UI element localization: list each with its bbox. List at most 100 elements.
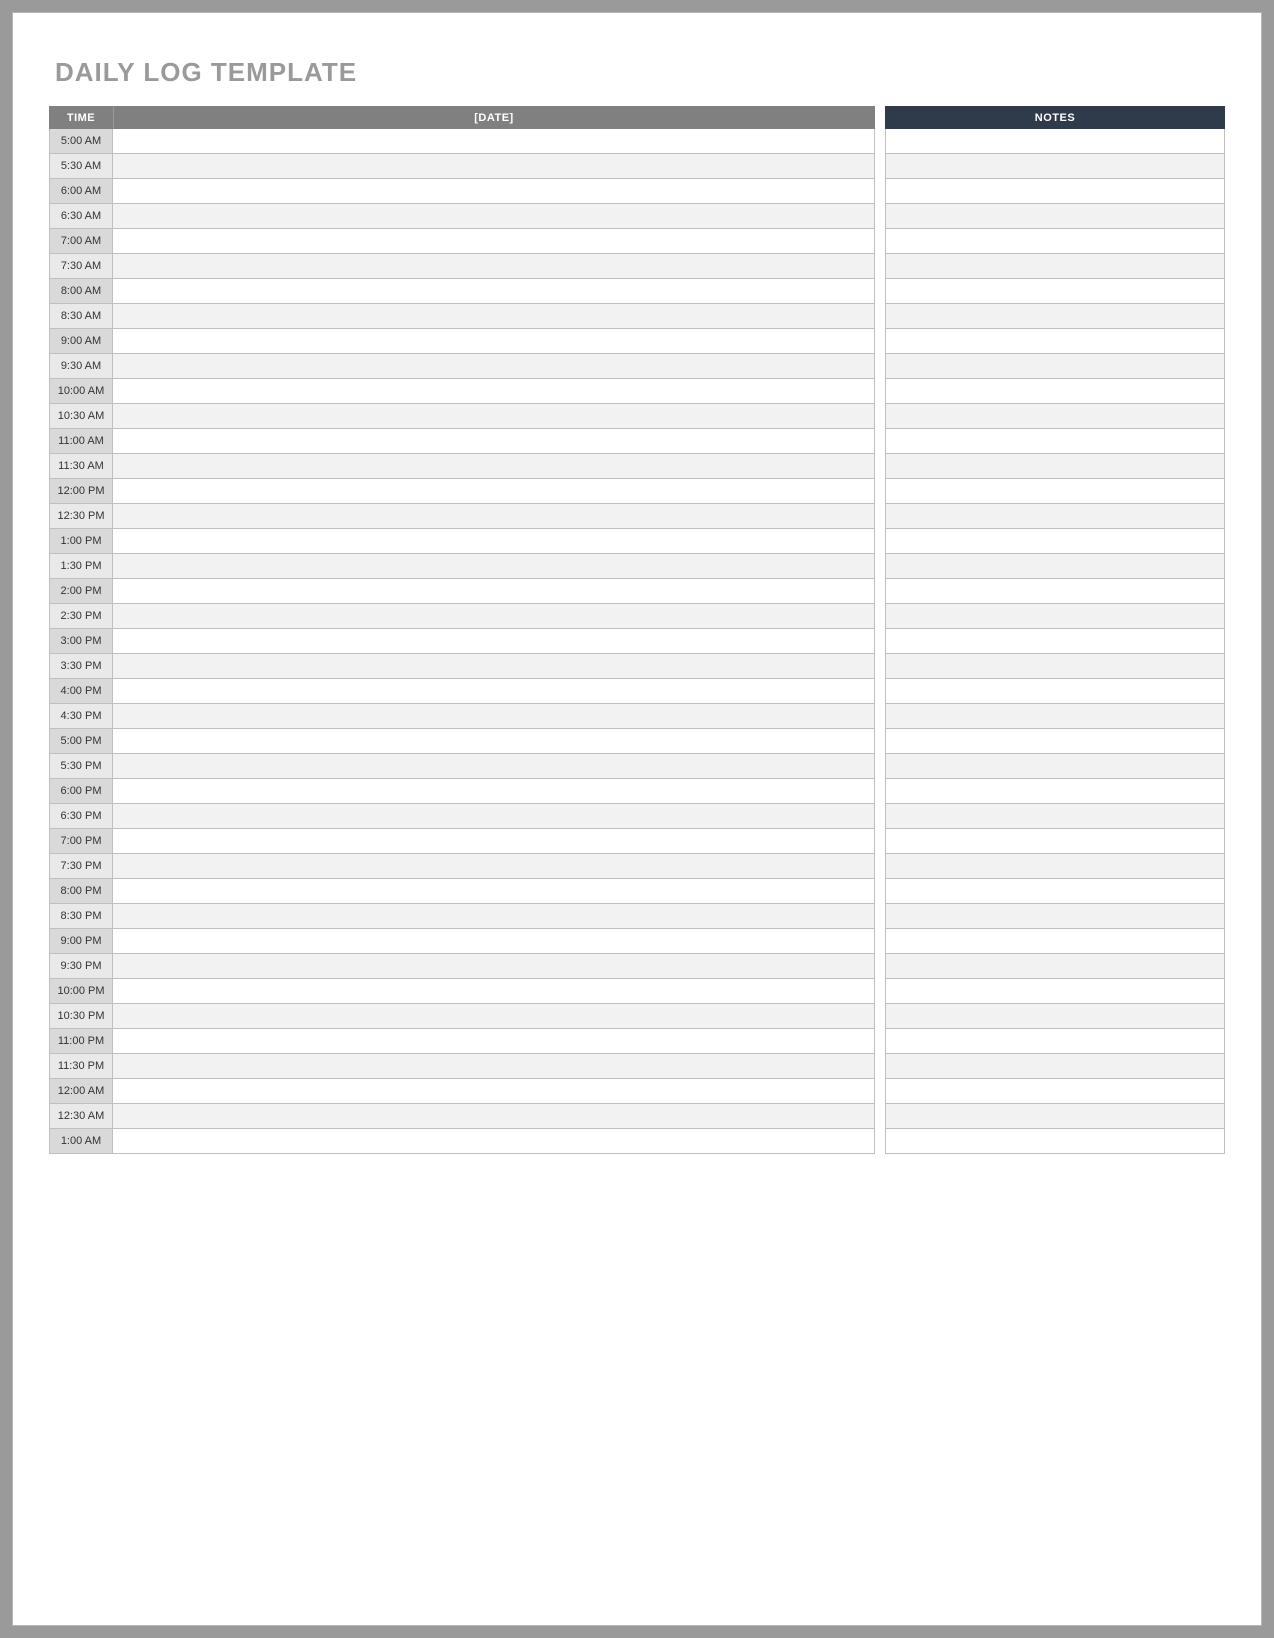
notes-cell[interactable]	[885, 454, 1225, 479]
notes-cell[interactable]	[885, 304, 1225, 329]
entry-cell[interactable]	[113, 879, 875, 904]
entry-cell[interactable]	[113, 329, 875, 354]
notes-cell[interactable]	[885, 779, 1225, 804]
entry-cell[interactable]	[113, 679, 875, 704]
table-row: 1:00 AM	[49, 1129, 1225, 1154]
time-cell: 5:00 AM	[49, 129, 113, 154]
entry-cell[interactable]	[113, 804, 875, 829]
entry-cell[interactable]	[113, 979, 875, 1004]
table-row: 11:30 PM	[49, 1054, 1225, 1079]
notes-cell[interactable]	[885, 129, 1225, 154]
time-cell: 8:30 PM	[49, 904, 113, 929]
entry-cell[interactable]	[113, 204, 875, 229]
entry-cell[interactable]	[113, 1104, 875, 1129]
notes-cell[interactable]	[885, 654, 1225, 679]
notes-cell[interactable]	[885, 604, 1225, 629]
entry-cell[interactable]	[113, 404, 875, 429]
entry-cell[interactable]	[113, 304, 875, 329]
notes-cell[interactable]	[885, 1004, 1225, 1029]
table-row: 1:00 PM	[49, 529, 1225, 554]
entry-cell[interactable]	[113, 654, 875, 679]
notes-cell[interactable]	[885, 229, 1225, 254]
notes-cell[interactable]	[885, 754, 1225, 779]
entry-cell[interactable]	[113, 529, 875, 554]
notes-cell[interactable]	[885, 204, 1225, 229]
notes-cell[interactable]	[885, 404, 1225, 429]
entry-cell[interactable]	[113, 904, 875, 929]
row-spacer	[875, 579, 885, 604]
page-title: DAILY LOG TEMPLATE	[55, 57, 1225, 88]
entry-cell[interactable]	[113, 479, 875, 504]
notes-cell[interactable]	[885, 154, 1225, 179]
time-cell: 1:00 AM	[49, 1129, 113, 1154]
header-date: [DATE]	[113, 106, 875, 129]
notes-cell[interactable]	[885, 479, 1225, 504]
entry-cell[interactable]	[113, 554, 875, 579]
notes-cell[interactable]	[885, 904, 1225, 929]
notes-cell[interactable]	[885, 354, 1225, 379]
entry-cell[interactable]	[113, 729, 875, 754]
entry-cell[interactable]	[113, 354, 875, 379]
entry-cell[interactable]	[113, 929, 875, 954]
notes-cell[interactable]	[885, 929, 1225, 954]
entry-cell[interactable]	[113, 129, 875, 154]
notes-cell[interactable]	[885, 629, 1225, 654]
entry-cell[interactable]	[113, 1029, 875, 1054]
notes-cell[interactable]	[885, 1129, 1225, 1154]
notes-cell[interactable]	[885, 579, 1225, 604]
entry-cell[interactable]	[113, 504, 875, 529]
entry-cell[interactable]	[113, 154, 875, 179]
entry-cell[interactable]	[113, 829, 875, 854]
time-cell: 9:30 PM	[49, 954, 113, 979]
entry-cell[interactable]	[113, 229, 875, 254]
notes-cell[interactable]	[885, 1079, 1225, 1104]
header-spacer	[875, 106, 885, 129]
entry-cell[interactable]	[113, 604, 875, 629]
entry-cell[interactable]	[113, 1054, 875, 1079]
entry-cell[interactable]	[113, 579, 875, 604]
entry-cell[interactable]	[113, 1079, 875, 1104]
time-cell: 9:30 AM	[49, 354, 113, 379]
entry-cell[interactable]	[113, 179, 875, 204]
table-row: 7:00 PM	[49, 829, 1225, 854]
notes-cell[interactable]	[885, 829, 1225, 854]
notes-cell[interactable]	[885, 729, 1225, 754]
notes-cell[interactable]	[885, 254, 1225, 279]
entry-cell[interactable]	[113, 429, 875, 454]
notes-cell[interactable]	[885, 879, 1225, 904]
entry-cell[interactable]	[113, 254, 875, 279]
table-row: 4:00 PM	[49, 679, 1225, 704]
notes-cell[interactable]	[885, 379, 1225, 404]
entry-cell[interactable]	[113, 854, 875, 879]
notes-cell[interactable]	[885, 1104, 1225, 1129]
row-spacer	[875, 1129, 885, 1154]
entry-cell[interactable]	[113, 779, 875, 804]
notes-cell[interactable]	[885, 554, 1225, 579]
notes-cell[interactable]	[885, 279, 1225, 304]
notes-cell[interactable]	[885, 704, 1225, 729]
entry-cell[interactable]	[113, 1004, 875, 1029]
notes-cell[interactable]	[885, 329, 1225, 354]
table-row: 1:30 PM	[49, 554, 1225, 579]
notes-cell[interactable]	[885, 679, 1225, 704]
notes-cell[interactable]	[885, 179, 1225, 204]
table-row: 10:30 PM	[49, 1004, 1225, 1029]
notes-cell[interactable]	[885, 529, 1225, 554]
entry-cell[interactable]	[113, 629, 875, 654]
notes-cell[interactable]	[885, 854, 1225, 879]
entry-cell[interactable]	[113, 1129, 875, 1154]
entry-cell[interactable]	[113, 454, 875, 479]
entry-cell[interactable]	[113, 379, 875, 404]
table-header-row: TIME [DATE] NOTES	[49, 106, 1225, 129]
entry-cell[interactable]	[113, 954, 875, 979]
entry-cell[interactable]	[113, 279, 875, 304]
notes-cell[interactable]	[885, 504, 1225, 529]
notes-cell[interactable]	[885, 429, 1225, 454]
notes-cell[interactable]	[885, 979, 1225, 1004]
notes-cell[interactable]	[885, 1029, 1225, 1054]
entry-cell[interactable]	[113, 704, 875, 729]
notes-cell[interactable]	[885, 1054, 1225, 1079]
notes-cell[interactable]	[885, 954, 1225, 979]
entry-cell[interactable]	[113, 754, 875, 779]
notes-cell[interactable]	[885, 804, 1225, 829]
